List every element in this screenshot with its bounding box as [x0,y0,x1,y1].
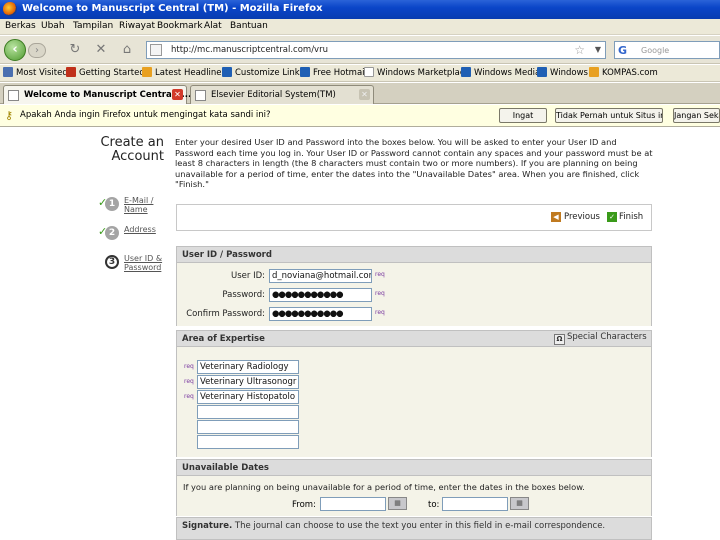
password-notification-bar: ⚷ Apakah Anda ingin Firefox untuk mengin… [0,105,720,127]
required-marker: req [184,363,194,370]
remember-button[interactable]: Ingat [499,108,547,123]
firefox-logo-icon [3,2,17,16]
required-marker: req [375,309,385,316]
bookmark-getting-started[interactable]: Getting Started [66,67,145,78]
window-title-bar: Welcome to Manuscript Central (TM) - Moz… [0,0,720,19]
msn-icon [300,67,310,77]
site-favicon-icon [150,44,162,56]
bookmark-customize-links[interactable]: Customize Links [222,67,304,78]
tab-elsevier[interactable]: Elsevier Editorial System(TM) ✕ [190,85,374,104]
bookmark-windows[interactable]: Windows [537,67,588,78]
signature-section-header: Signature. The journal can choose to use… [176,517,652,540]
password-field[interactable]: ●●●●●●●●●●● [269,288,372,302]
required-marker: req [184,393,194,400]
bookmark-folder-icon [3,67,13,77]
arrow-left-icon: ◀ [551,212,561,222]
menu-tools[interactable]: Alat [204,21,222,31]
checkmark-icon: ✓ [607,212,617,222]
userid-field[interactable]: d_noviana@hotmail.com [269,269,372,283]
bookmarks-toolbar: Most Visited Getting Started Latest Head… [0,65,720,82]
msn-icon [222,67,232,77]
previous-button[interactable]: ◀ Previous [551,212,600,222]
not-now-button[interactable]: Jangan Sekarang [673,108,720,123]
page-icon [364,67,374,77]
menu-bar: Berkas Ubah Tampilan Riwayat Bookmark Al… [0,19,720,35]
signature-label: Signature. [182,521,233,531]
chevron-down-icon[interactable]: ▼ [595,45,601,54]
expertise-field-5[interactable] [197,420,299,434]
address-bar[interactable]: http://mc.manuscriptcentral.com/vru ☆ ▼ [146,41,606,59]
tab-bar: Welcome to Manuscript Central (... ✕ Els… [0,83,720,104]
expertise-field-3[interactable]: Veterinary Histopatolo [197,390,299,404]
reload-icon[interactable]: ↻ [66,42,84,58]
msn-icon [537,67,547,77]
password-label: Password: [222,290,265,300]
confirm-password-label: Confirm Password: [186,309,265,319]
google-icon: G [618,44,628,57]
close-tab-icon[interactable]: ✕ [359,89,370,100]
expertise-field-2[interactable]: Veterinary Ultrasonogr [197,375,299,389]
rss-icon [589,67,599,77]
bookmark-free-hotmail[interactable]: Free Hotmail [300,67,367,78]
calendar-icon[interactable]: ▦ [510,497,529,510]
menu-view[interactable]: Tampilan [73,21,113,31]
unavailable-section-header: Unavailable Dates [176,459,652,476]
userid-label: User ID: [231,271,265,281]
signature-description: The journal can choose to use the text y… [234,521,606,531]
bookmark-star-icon[interactable]: ☆ [574,43,585,57]
back-button[interactable]: ‹ [4,39,26,61]
home-icon[interactable]: ⌂ [118,42,136,58]
confirm-password-field[interactable]: ●●●●●●●●●●● [269,307,372,321]
to-date-field[interactable] [442,497,508,511]
page-title: Create an Account [100,135,164,164]
menu-edit[interactable]: Ubah [41,21,65,31]
unavailable-instructions: If you are planning on being unavailable… [183,482,585,492]
never-for-site-button[interactable]: Tidak Pernah untuk Situs ini [555,108,663,123]
special-characters-icon: Ω [554,334,565,345]
navigation-toolbar: ‹ › ↻ ✕ ⌂ http://mc.manuscriptcentral.co… [0,36,720,64]
url-text: http://mc.manuscriptcentral.com/vru [171,45,328,55]
search-box[interactable]: G Google [614,41,720,59]
window-title: Welcome to Manuscript Central (TM) - Moz… [22,3,323,14]
to-label: to: [428,500,440,510]
expertise-field-1[interactable]: Veterinary Radiology [197,360,299,374]
from-label: From: [292,500,316,510]
userid-section-header: User ID / Password [176,246,652,263]
close-tab-icon[interactable]: ✕ [172,89,183,100]
menu-history[interactable]: Riwayat [119,21,155,31]
page-icon [195,90,206,101]
required-marker: req [375,271,385,278]
menu-help[interactable]: Bantuan [230,21,268,31]
instructions-text: Enter your desired User ID and Password … [175,137,653,189]
stop-icon[interactable]: ✕ [92,42,110,58]
menu-file[interactable]: Berkas [5,21,36,31]
required-marker: req [184,378,194,385]
bookmark-windows-media[interactable]: Windows Media [461,67,540,78]
bookmark-kompas[interactable]: KOMPAS.com [589,67,658,78]
required-marker: req [375,290,385,297]
key-icon: ⚷ [5,109,14,122]
expertise-field-6[interactable] [197,435,299,449]
firefox-icon [66,67,76,77]
finish-button[interactable]: ✓ Finish [607,212,643,222]
notification-message: Apakah Anda ingin Firefox untuk menginga… [20,110,271,120]
msn-icon [461,67,471,77]
calendar-icon[interactable]: ▦ [388,497,407,510]
search-placeholder: Google [641,46,670,55]
tab-manuscript-central[interactable]: Welcome to Manuscript Central (... ✕ [3,85,191,104]
bookmark-most-visited[interactable]: Most Visited [3,67,68,78]
forward-button[interactable]: › [28,43,46,58]
menu-bookmarks[interactable]: Bookmark [157,21,203,31]
page-icon [8,90,19,101]
special-characters-button[interactable]: Ω Special Characters [554,332,647,345]
bookmark-latest-headlines[interactable]: Latest Headlines [142,67,226,78]
step-navigation-panel: ◀ Previous ✓ Finish [176,204,652,231]
rss-icon [142,67,152,77]
expertise-field-4[interactable] [197,405,299,419]
bookmark-windows-marketplace[interactable]: Windows Marketplace [364,67,470,78]
from-date-field[interactable] [320,497,386,511]
